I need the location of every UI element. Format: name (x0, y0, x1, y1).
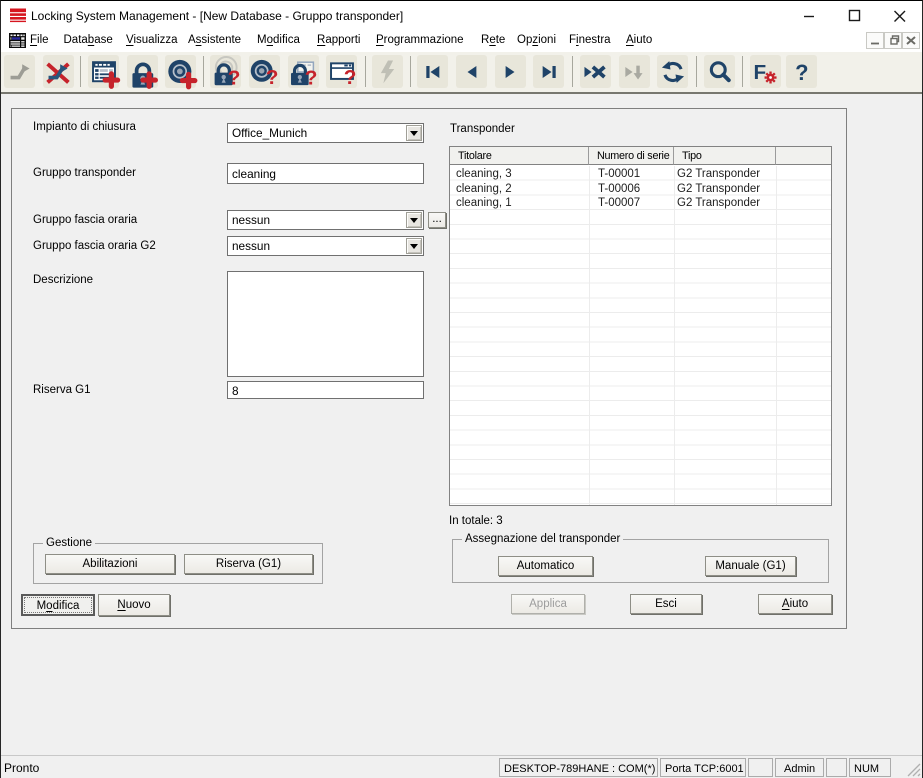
svg-text:?: ? (227, 66, 240, 89)
svg-text:?: ? (344, 66, 357, 89)
svg-text:F: F (754, 60, 767, 83)
svg-text:?: ? (305, 66, 318, 89)
svg-text:?: ? (795, 60, 808, 85)
svg-text:?: ? (266, 66, 279, 89)
